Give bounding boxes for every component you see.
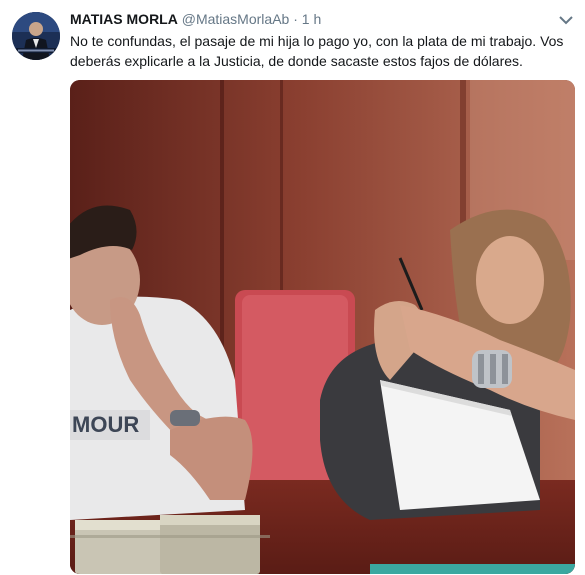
display-name[interactable]: MATIAS MORLA	[70, 11, 178, 27]
photo-image: MOUR	[70, 80, 575, 574]
avatar[interactable]	[12, 12, 60, 60]
user-handle[interactable]: @MatiasMorlaAb	[182, 11, 290, 27]
separator-dot: ·	[293, 11, 298, 27]
tweet-header: MATIAS MORLA @MatiasMorlaAb · 1 h	[70, 10, 321, 28]
chevron-down-icon[interactable]	[558, 13, 574, 25]
tweet-photo[interactable]: MOUR	[70, 80, 575, 574]
tweet-text: No te confundas, el pasaje de mi hija lo…	[70, 33, 564, 69]
tweet-timestamp[interactable]: 1 h	[302, 11, 321, 27]
avatar-image	[12, 12, 60, 60]
photo-shirt-text: MOUR	[72, 412, 139, 437]
tweet-card[interactable]: MATIAS MORLA @MatiasMorlaAb · 1 h No te …	[0, 0, 585, 575]
